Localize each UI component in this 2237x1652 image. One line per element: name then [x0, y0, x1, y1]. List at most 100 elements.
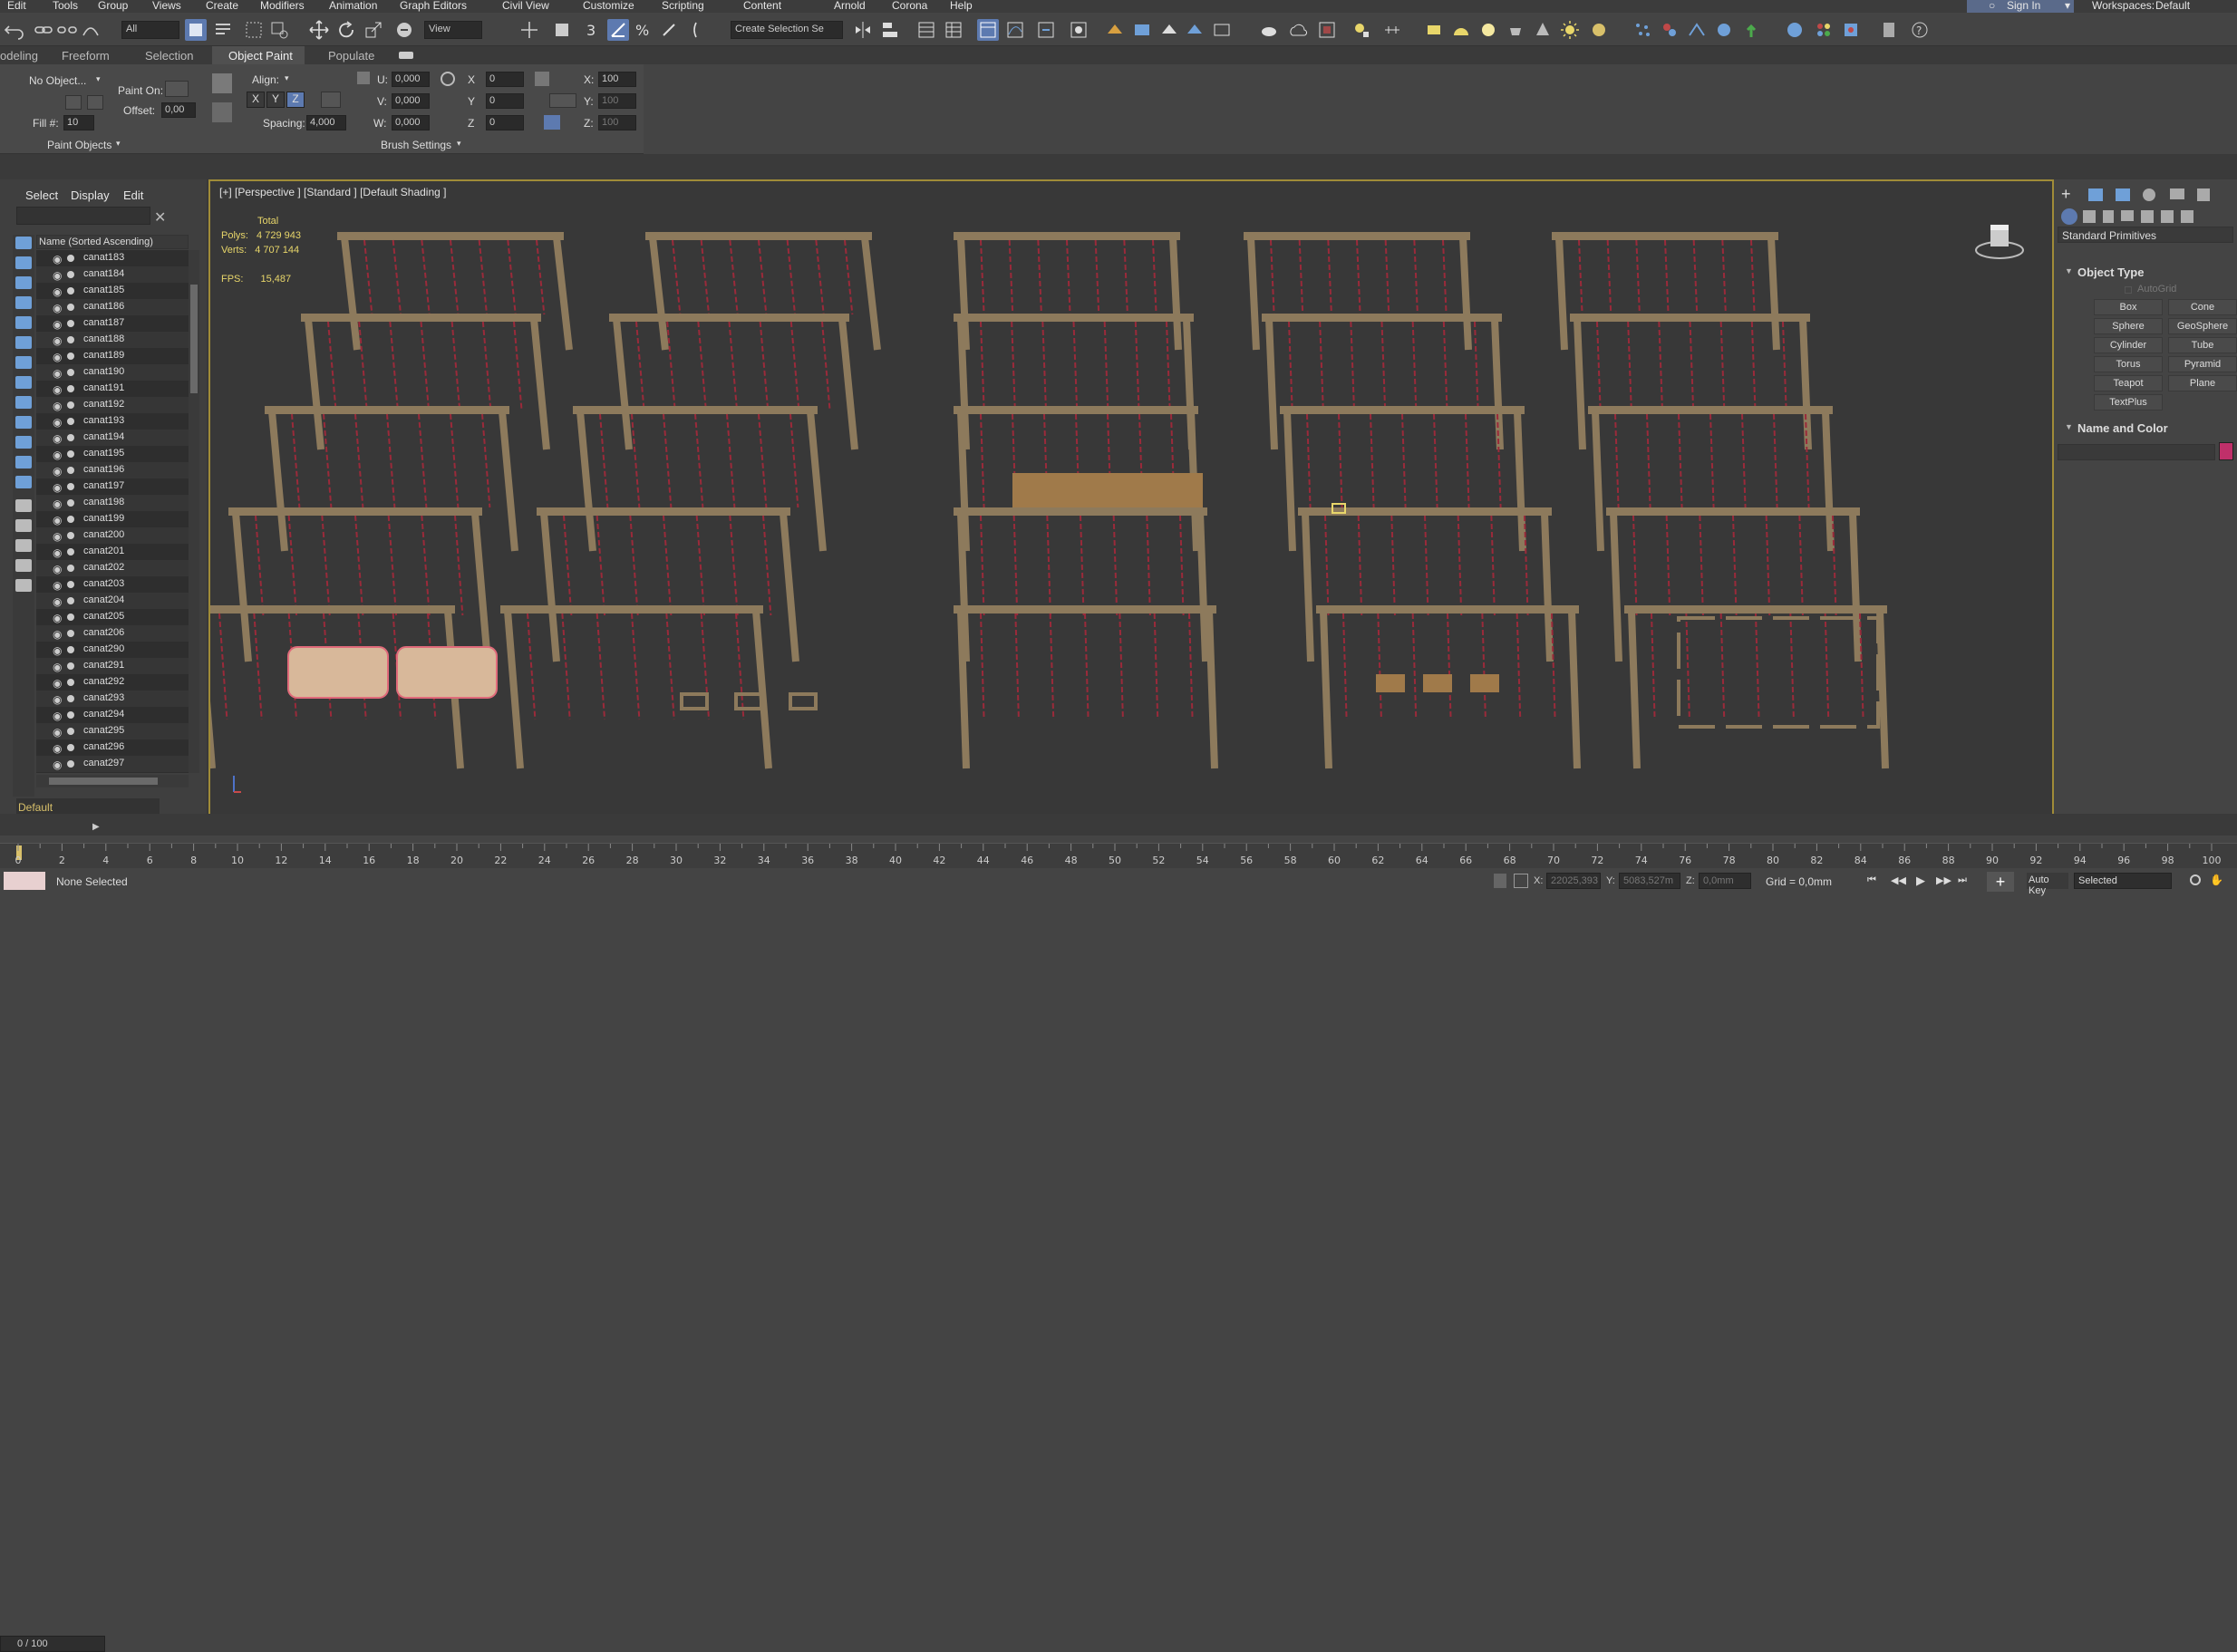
scale-y-spinner[interactable]: 100 [598, 93, 636, 109]
visibility-eye-icon[interactable]: ◉ [53, 693, 62, 706]
ribbon-options-icon[interactable] [399, 52, 413, 59]
menu-civil-view[interactable]: Civil View [502, 0, 549, 11]
visibility-eye-icon[interactable]: ◉ [53, 677, 62, 690]
freeze-dot-icon[interactable] [67, 744, 74, 751]
explorer-column-header[interactable]: Name (Sorted Ascending) [36, 235, 189, 249]
name-and-color-rollout[interactable]: Name and Color [2077, 421, 2168, 435]
selection-filter-dropdown[interactable]: All [121, 21, 179, 39]
key-mode-icon[interactable]: + [1987, 872, 2014, 892]
visibility-eye-icon[interactable]: ◉ [53, 302, 62, 314]
visibility-eye-icon[interactable]: ◉ [53, 563, 62, 575]
reference-coord-dropdown[interactable]: View [424, 21, 482, 39]
visibility-eye-icon[interactable]: ◉ [53, 742, 62, 755]
list-item[interactable]: ◉ canat290 [36, 642, 189, 658]
paint-objects-group-label[interactable]: Paint Objects [47, 139, 111, 151]
scale-mode-icon[interactable] [549, 93, 576, 108]
freeze-dot-icon[interactable] [67, 613, 74, 621]
fill-spinner[interactable]: 10 [63, 115, 94, 130]
toggle-ribbon-icon[interactable] [977, 19, 999, 41]
rot-y-spinner[interactable]: 0 [486, 93, 524, 109]
freeze-dot-icon[interactable] [67, 728, 74, 735]
create-teapot-button[interactable]: Teapot [2094, 375, 2163, 391]
material-editor-icon[interactable] [1068, 19, 1089, 41]
render-setup-icon[interactable] [1104, 19, 1126, 41]
spot-light-icon[interactable] [1505, 19, 1526, 41]
list-item[interactable]: ◉ canat183 [36, 250, 189, 266]
curve-editor-icon[interactable] [1004, 19, 1026, 41]
modify-tab-icon[interactable] [2088, 188, 2103, 201]
camera-filter-icon[interactable] [15, 316, 32, 329]
sky-icon[interactable] [1588, 19, 1610, 41]
spacewarp-filter-icon[interactable] [15, 356, 32, 369]
display-children-icon[interactable] [15, 519, 32, 532]
geometry-filter-icon[interactable] [15, 256, 32, 269]
teapot-render-icon[interactable] [1258, 19, 1280, 41]
list-item[interactable]: ◉ canat291 [36, 658, 189, 674]
w-spinner[interactable]: 0,000 [392, 115, 430, 130]
list-item[interactable]: ◉ canat201 [36, 544, 189, 560]
hierarchy-tab-icon[interactable] [2116, 188, 2130, 201]
scene-explorer-icon[interactable] [915, 19, 937, 41]
list-item[interactable]: ◉ canat205 [36, 609, 189, 625]
lights-category-icon[interactable] [2103, 210, 2114, 223]
light-filter-icon[interactable] [15, 296, 32, 309]
unlink-icon[interactable] [56, 19, 78, 41]
render-window-icon[interactable] [1316, 19, 1338, 41]
fill-icon[interactable] [212, 102, 232, 122]
paint-icon[interactable] [212, 73, 232, 93]
offset-spinner[interactable]: 0,00 [161, 102, 196, 118]
material-library-icon[interactable] [1813, 19, 1835, 41]
list-item[interactable]: ◉ canat295 [36, 723, 189, 739]
visibility-eye-icon[interactable]: ◉ [53, 449, 62, 461]
menu-modifiers[interactable]: Modifiers [260, 0, 305, 11]
bone-filter-icon[interactable] [15, 416, 32, 429]
visibility-eye-icon[interactable]: ◉ [53, 661, 62, 673]
list-item[interactable]: ◉ canat297 [36, 756, 189, 772]
primitive-type-dropdown[interactable]: Standard Primitives [2058, 227, 2233, 243]
auto-key-button[interactable]: Auto Key [2027, 873, 2068, 896]
scale-icon[interactable] [363, 19, 384, 41]
list-item[interactable]: ◉ canat202 [36, 560, 189, 576]
explorer-vertical-scrollbar[interactable] [189, 250, 199, 773]
pick-object-icon[interactable] [65, 95, 82, 110]
object-color-swatch[interactable] [2219, 442, 2233, 460]
list-item[interactable]: ◉ canat191 [36, 381, 189, 397]
u-spinner[interactable]: 0,000 [392, 72, 430, 87]
freeze-dot-icon[interactable] [67, 287, 74, 295]
shapes-category-icon[interactable] [2083, 210, 2096, 223]
menu-tools[interactable]: Tools [53, 0, 78, 11]
freeze-dot-icon[interactable] [67, 336, 74, 343]
sun-icon[interactable] [1559, 19, 1581, 41]
menu-group[interactable]: Group [98, 0, 128, 11]
container-filter-icon[interactable] [15, 436, 32, 449]
menu-customize[interactable]: Customize [583, 0, 634, 11]
scale-x-spinner[interactable]: 100 [598, 72, 636, 87]
scatter-icon[interactable] [1632, 19, 1653, 41]
paint-on-selector[interactable] [165, 81, 189, 97]
filter-icon[interactable] [15, 559, 32, 572]
visibility-eye-icon[interactable]: ◉ [53, 726, 62, 739]
layer-toggle-icon[interactable] [15, 579, 32, 592]
visibility-eye-icon[interactable]: ◉ [53, 595, 62, 608]
visibility-eye-icon[interactable]: ◉ [53, 253, 62, 266]
menu-create[interactable]: Create [206, 0, 238, 11]
freeze-dot-icon[interactable] [67, 597, 74, 604]
visibility-eye-icon[interactable]: ◉ [53, 628, 62, 641]
proxy-icon[interactable] [1659, 19, 1680, 41]
list-item[interactable]: ◉ canat194 [36, 430, 189, 446]
list-item[interactable]: ◉ canat192 [36, 397, 189, 413]
previous-frame-icon[interactable]: ◀◀ [1891, 874, 1906, 886]
freeze-dot-icon[interactable] [67, 467, 74, 474]
angle-snap-icon[interactable] [607, 19, 629, 41]
tab-selection[interactable]: Selection [145, 49, 193, 63]
mirror-icon[interactable] [852, 19, 874, 41]
freeze-dot-icon[interactable] [67, 401, 74, 409]
visibility-eye-icon[interactable]: ◉ [53, 579, 62, 592]
freeze-dot-icon[interactable] [67, 646, 74, 653]
spacing-spinner[interactable]: 4,000 [306, 115, 346, 130]
list-item[interactable]: ◉ canat294 [36, 707, 189, 723]
render-iterative-icon[interactable] [1184, 19, 1206, 41]
list-item[interactable]: ◉ canat196 [36, 462, 189, 478]
align-y-button[interactable]: Y [266, 92, 285, 108]
list-item[interactable]: ◉ canat197 [36, 478, 189, 495]
